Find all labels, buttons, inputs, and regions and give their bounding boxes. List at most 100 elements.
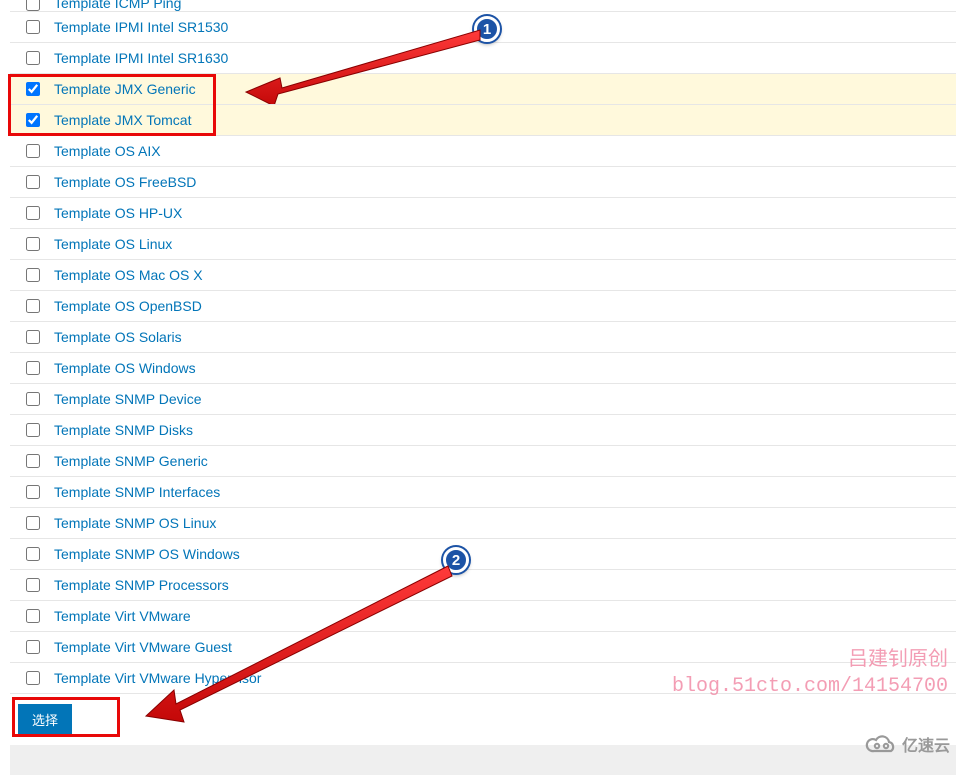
row-checkbox[interactable] [26,299,40,313]
row-checkbox[interactable] [26,206,40,220]
table-row: Template SNMP Device [10,384,956,415]
row-checkbox[interactable] [26,609,40,623]
table-row: Template SNMP Disks [10,415,956,446]
row-checkbox[interactable] [26,547,40,561]
row-checkbox[interactable] [26,20,40,34]
template-link[interactable]: Template ICMP Ping [54,0,181,11]
template-link[interactable]: Template OS Windows [54,360,196,376]
template-link[interactable]: Template SNMP Interfaces [54,484,220,500]
template-table: Template ICMP Ping Template IPMI Intel SR… [10,0,956,694]
template-link[interactable]: Template Virt VMware Hypervisor [54,670,261,686]
label-cell: Template SNMP OS Linux [40,515,956,531]
checkbox-cell [10,237,40,251]
checkbox-cell [10,516,40,530]
template-link[interactable]: Template OS FreeBSD [54,174,196,190]
table-row: Template JMX Generic [10,74,956,105]
row-checkbox[interactable] [26,578,40,592]
select-button[interactable]: 选择 [18,704,72,735]
footer-strip [10,745,956,775]
row-checkbox[interactable] [26,454,40,468]
checkbox-cell [10,671,40,685]
label-cell: Template OS Mac OS X [40,267,956,283]
row-checkbox[interactable] [26,392,40,406]
template-link[interactable]: Template SNMP Generic [54,453,208,469]
label-cell: Template SNMP Processors [40,577,956,593]
checkbox-cell [10,423,40,437]
template-link[interactable]: Template SNMP Device [54,391,202,407]
label-cell: Template OS Solaris [40,329,956,345]
row-checkbox[interactable] [26,640,40,654]
row-checkbox[interactable] [26,0,40,11]
checkbox-cell [10,578,40,592]
checkbox-cell [10,51,40,65]
table-row: Template OS Mac OS X [10,260,956,291]
label-cell: Template SNMP OS Windows [40,546,956,562]
table-row: Template OS FreeBSD [10,167,956,198]
checkbox-cell [10,330,40,344]
table-row: Template OS HP-UX [10,198,956,229]
template-link[interactable]: Template SNMP OS Linux [54,515,216,531]
checkbox-cell [10,547,40,561]
template-link[interactable]: Template IPMI Intel SR1530 [54,19,228,35]
row-checkbox[interactable] [26,113,40,127]
row-checkbox[interactable] [26,485,40,499]
row-checkbox[interactable] [26,361,40,375]
label-cell: Template SNMP Interfaces [40,484,956,500]
label-cell: Template OS HP-UX [40,205,956,221]
row-checkbox[interactable] [26,175,40,189]
label-cell: Template OS FreeBSD [40,174,956,190]
template-link[interactable]: Template OS Mac OS X [54,267,203,283]
label-cell: Template SNMP Generic [40,453,956,469]
checkbox-cell [10,82,40,96]
table-row: Template OS AIX [10,136,956,167]
label-cell: Template OS Linux [40,236,956,252]
template-link[interactable]: Template OS Solaris [54,329,182,345]
template-link[interactable]: Template SNMP Disks [54,422,193,438]
template-link[interactable]: Template SNMP Processors [54,577,229,593]
label-cell: Template OS OpenBSD [40,298,956,314]
template-link[interactable]: Template Virt VMware [54,608,191,624]
checkbox-cell [10,485,40,499]
template-link[interactable]: Template OS Linux [54,236,172,252]
table-row: Template Virt VMware Guest [10,632,956,663]
label-cell: Template ICMP Ping [40,0,956,11]
row-checkbox[interactable] [26,82,40,96]
template-link[interactable]: Template SNMP OS Windows [54,546,240,562]
row-checkbox[interactable] [26,237,40,251]
label-cell: Template SNMP Disks [40,422,956,438]
label-cell: Template Virt VMware [40,608,956,624]
template-link[interactable]: Template OS HP-UX [54,205,182,221]
table-row: Template IPMI Intel SR1630 [10,43,956,74]
label-cell: Template JMX Generic [40,81,956,97]
row-checkbox[interactable] [26,51,40,65]
checkbox-cell [10,361,40,375]
template-link[interactable]: Template Virt VMware Guest [54,639,232,655]
row-checkbox[interactable] [26,423,40,437]
checkbox-cell [10,175,40,189]
checkbox-cell [10,299,40,313]
checkbox-cell [10,454,40,468]
template-link[interactable]: Template JMX Generic [54,81,196,97]
label-cell: Template SNMP Device [40,391,956,407]
table-row: Template OS Solaris [10,322,956,353]
label-cell: Template Virt VMware Hypervisor [40,670,956,686]
row-checkbox[interactable] [26,268,40,282]
template-link[interactable]: Template IPMI Intel SR1630 [54,50,228,66]
table-row: Template JMX Tomcat [10,105,956,136]
row-checkbox[interactable] [26,144,40,158]
template-link[interactable]: Template JMX Tomcat [54,112,191,128]
table-row: Template SNMP OS Linux [10,508,956,539]
label-cell: Template OS Windows [40,360,956,376]
checkbox-cell [10,20,40,34]
callout-badge-2: 2 [443,547,469,573]
template-link[interactable]: Template OS OpenBSD [54,298,202,314]
row-checkbox[interactable] [26,330,40,344]
row-checkbox[interactable] [26,516,40,530]
table-row: Template OS Linux [10,229,956,260]
table-row: Template Virt VMware Hypervisor [10,663,956,694]
label-cell: Template JMX Tomcat [40,112,956,128]
table-row: Template OS OpenBSD [10,291,956,322]
row-checkbox[interactable] [26,671,40,685]
table-row: Template Virt VMware [10,601,956,632]
template-link[interactable]: Template OS AIX [54,143,161,159]
